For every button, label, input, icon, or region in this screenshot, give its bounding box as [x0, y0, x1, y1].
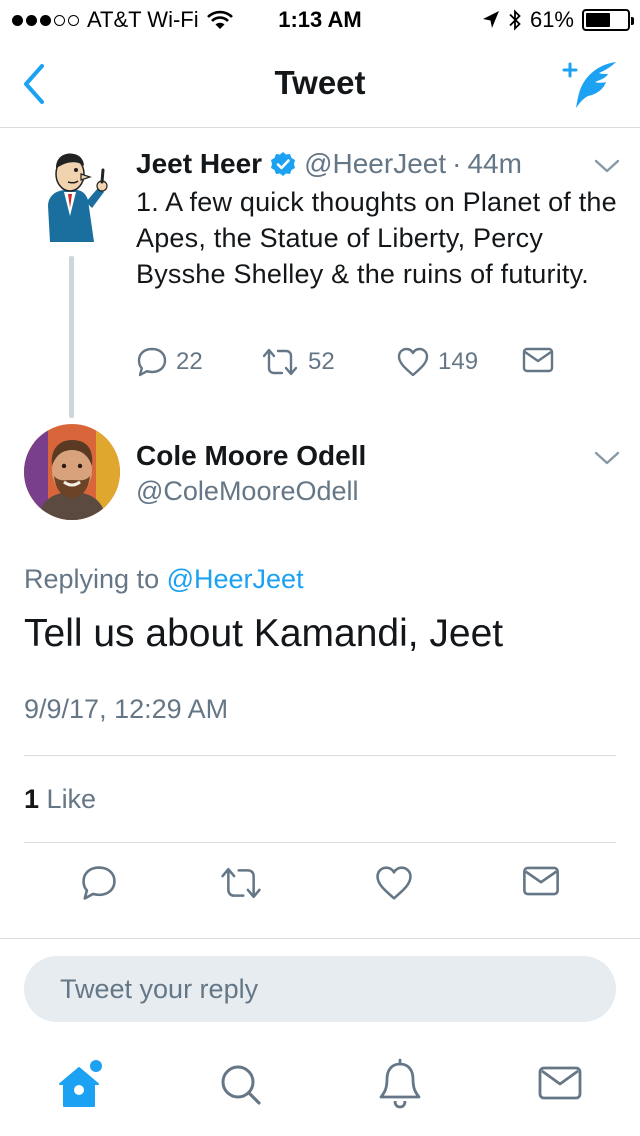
thread-connector-line — [69, 256, 74, 418]
author-handle[interactable]: @HeerJeet — [304, 148, 446, 180]
verified-badge-icon — [271, 152, 296, 176]
tweet-actions — [0, 858, 640, 918]
divider — [24, 755, 616, 756]
meta-separator: · — [452, 148, 462, 179]
compose-tweet-button[interactable] — [560, 58, 620, 112]
profile-photo-icon — [24, 424, 120, 520]
author-handle[interactable]: @ColeMooreOdell — [136, 476, 359, 507]
replying-prefix: Replying to — [24, 564, 160, 594]
messages-icon — [538, 1066, 582, 1100]
tab-home[interactable] — [56, 1058, 106, 1115]
reply-button[interactable]: 22 — [136, 346, 203, 378]
retweet-count: 52 — [308, 348, 335, 375]
home-icon — [59, 1060, 102, 1107]
tab-search[interactable] — [216, 1058, 264, 1113]
notifications-icon — [379, 1058, 421, 1109]
avatar-cole-moore-odell[interactable] — [24, 424, 120, 520]
page-title: Tweet — [274, 64, 366, 101]
divider — [24, 842, 616, 843]
replying-to-link[interactable]: @HeerJeet — [167, 564, 304, 594]
direct-message-button[interactable] — [522, 346, 554, 374]
reply-button[interactable] — [80, 864, 118, 907]
reply-icon — [137, 347, 167, 377]
compose-tweet-icon — [562, 62, 616, 108]
reply-count: 22 — [176, 348, 203, 375]
envelope-icon — [523, 866, 559, 896]
bluetooth-icon — [509, 9, 521, 31]
retweet-button[interactable]: 52 — [260, 346, 335, 378]
navigation-bar: Tweet — [0, 40, 640, 128]
likes-count: 1 — [24, 784, 40, 814]
reply-placeholder: Tweet your reply — [60, 974, 259, 1004]
likes-summary[interactable]: 1 Like — [24, 784, 96, 815]
reply-section-divider — [0, 938, 640, 939]
tab-notifications[interactable] — [376, 1058, 424, 1115]
author-name[interactable]: Jeet Heer — [136, 148, 262, 180]
battery-percent: 61% — [529, 7, 574, 32]
retweet-icon — [221, 867, 261, 899]
replying-to-line: Replying to @HeerJeet — [24, 564, 304, 595]
battery-icon — [582, 9, 634, 31]
parent-tweet-text: 1. A few quick thoughts on Planet of the… — [136, 187, 617, 289]
envelope-icon — [522, 347, 554, 373]
chevron-down-icon[interactable] — [594, 450, 620, 466]
likes-label: Like — [46, 784, 97, 814]
heart-icon — [397, 347, 429, 377]
retweet-button[interactable] — [218, 864, 264, 907]
like-button[interactable] — [374, 864, 414, 907]
heart-icon — [376, 866, 412, 900]
tweet-date: 9/9/17, 12:29 AM — [24, 694, 229, 724]
author-name[interactable]: Cole Moore Odell — [136, 440, 366, 472]
tab-bar — [0, 1040, 640, 1136]
like-button[interactable]: 149 — [396, 346, 478, 378]
avatar-jeet-heer[interactable] — [24, 146, 120, 242]
cartoon-avatar-icon — [48, 153, 108, 242]
tweet-text: Tell us about Kamandi, Jeet — [24, 612, 504, 655]
status-right: 61% — [482, 7, 634, 33]
search-icon — [221, 1065, 261, 1105]
reply-input[interactable]: Tweet your reply — [24, 956, 616, 1022]
status-bar: AT&T Wi-Fi 1:13 AM 61% — [0, 0, 640, 40]
parent-tweet-header: Jeet Heer @HeerJeet · 44m — [136, 148, 522, 180]
chevron-down-icon[interactable] — [594, 158, 620, 174]
reply-icon — [82, 866, 116, 900]
tab-messages[interactable] — [536, 1058, 584, 1113]
location-arrow-icon — [482, 11, 499, 28]
tweet-timestamp: 44m — [467, 148, 522, 179]
retweet-icon — [262, 348, 298, 376]
like-count: 149 — [438, 348, 479, 375]
direct-message-button[interactable] — [522, 864, 560, 903]
parent-tweet-actions: 22 52 149 — [136, 346, 616, 386]
